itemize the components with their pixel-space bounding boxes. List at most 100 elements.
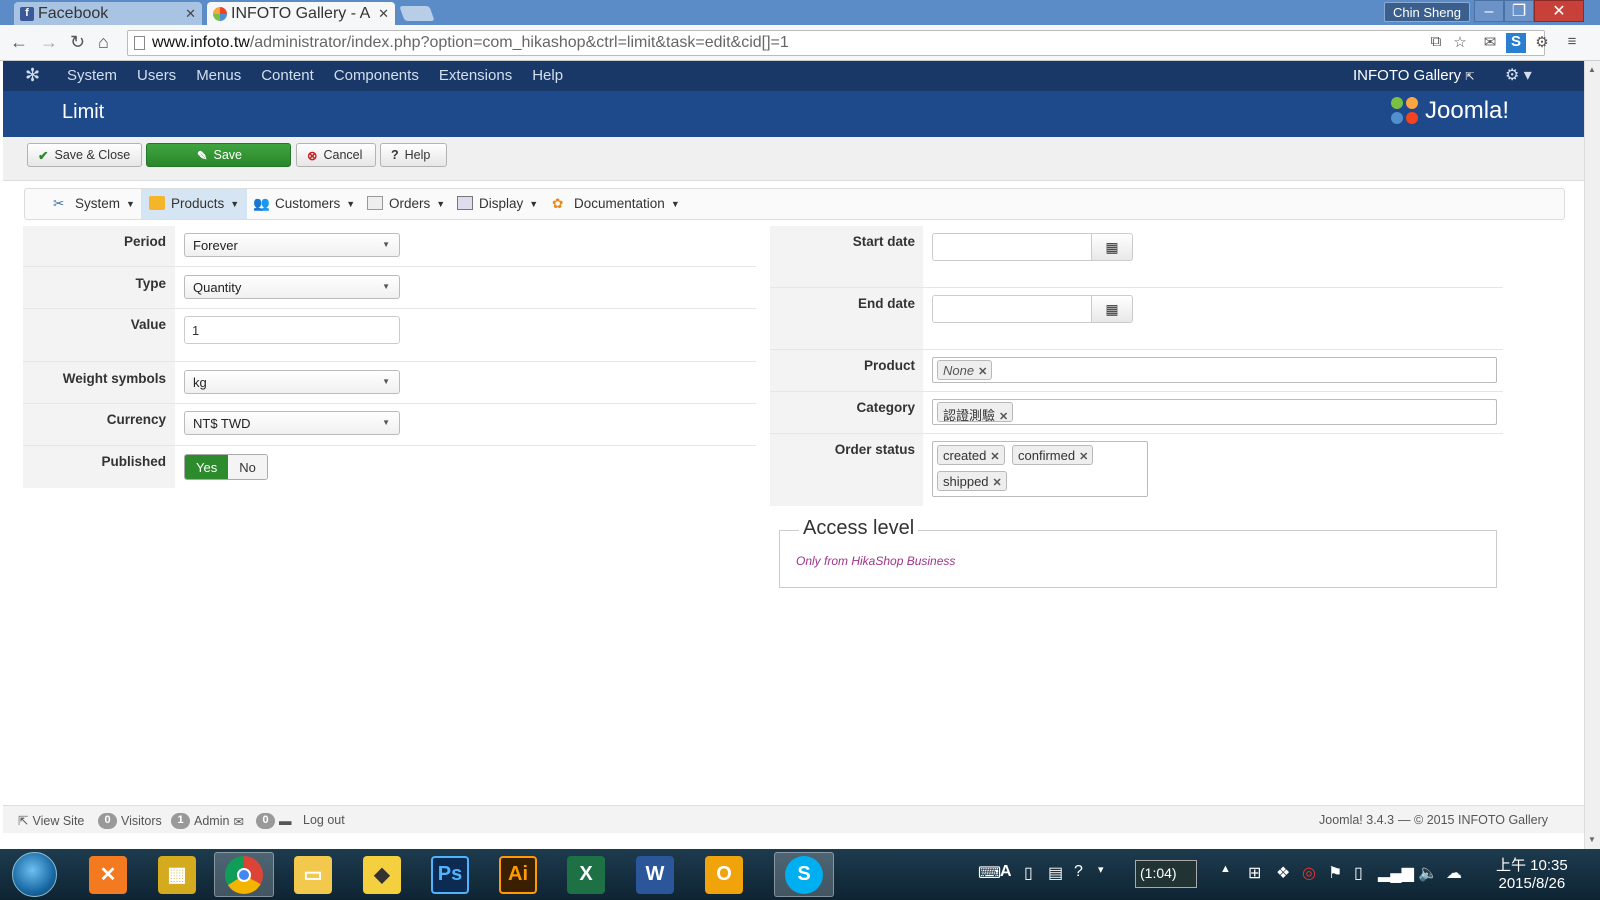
ime-half-icon[interactable]: ▯ [1024,863,1033,883]
start-date-input[interactable] [932,233,1092,261]
close-window-icon[interactable]: ✕ [1534,0,1584,22]
caret-down-icon: ▼ [346,199,356,209]
value-input[interactable]: 1 [184,316,400,344]
reload-icon[interactable]: ↻ [70,32,85,53]
taskbar-libraries[interactable]: ▦ [147,852,207,897]
chrome-menu-icon[interactable]: ≡ [1562,33,1582,53]
type-select[interactable]: Quantity ▼ [184,275,400,299]
published-yes-button[interactable]: Yes [185,455,229,479]
ime-a-icon[interactable]: A [1000,863,1012,881]
address-bar[interactable]: www.infoto.tw/administrator/index.php?op… [127,30,1545,56]
show-hidden-icons[interactable]: ▲ [1220,863,1231,875]
onedrive-icon[interactable]: ☁ [1446,863,1462,883]
category-tag-input[interactable]: 認證測驗 ✕ [932,399,1497,425]
maximize-icon[interactable]: ❐ [1504,0,1534,22]
tab-infoto-gallery[interactable]: INFOTO Gallery - A ✕ [207,2,395,25]
start-button[interactable] [12,852,57,897]
visitors-label: Visitors [121,814,162,828]
extension-icon[interactable]: ⚙ [1532,33,1552,53]
hika-menu-customers[interactable]: 👥 Customers ▼ [245,189,363,219]
end-date-input[interactable] [932,295,1092,323]
ime-mode-icon[interactable]: ▤ [1048,863,1063,883]
settings-gear-icon[interactable]: ⚙ ▾ [1505,65,1532,85]
cancel-button[interactable]: ⊗ Cancel [296,143,376,167]
home-icon[interactable]: ⌂ [98,32,109,53]
menu-content[interactable]: Content [251,61,324,91]
device-icon[interactable]: ▯ [1354,863,1363,883]
taskbar-app-yellow[interactable]: ◆ [352,852,412,897]
help-button[interactable]: ? Help [380,143,447,167]
taskbar-word[interactable]: W [625,852,685,897]
hika-menu-products[interactable]: Products ▼ [141,189,248,219]
remove-tag-icon[interactable]: ✕ [1079,451,1088,463]
taskbar-photoshop[interactable]: Ps [420,852,480,897]
site-link[interactable]: INFOTO Gallery ⇱ [1353,67,1474,84]
ime-icon[interactable]: ⌨ [978,863,1001,883]
calendar-icon[interactable]: ▦ [1091,295,1133,323]
back-icon[interactable]: ← [10,32,28,53]
scroll-up-icon[interactable]: ▲ [1588,65,1596,74]
taskbar-explorer[interactable]: ▭ [283,852,343,897]
menu-extensions[interactable]: Extensions [429,61,522,91]
minimize-icon[interactable]: – [1474,0,1504,22]
action-center-flag-icon[interactable]: ⚑ [1328,863,1342,883]
menu-users[interactable]: Users [127,61,186,91]
translate-icon[interactable]: ⧉ [1426,33,1446,53]
taskbar-illustrator[interactable]: Ai [488,852,548,897]
battery-indicator: (1:04) [1135,860,1197,888]
hika-menu-system[interactable]: ✂ System ▼ [45,189,143,219]
taskbar-excel[interactable]: X [556,852,616,897]
published-no-button[interactable]: No [228,455,267,479]
system-clock[interactable]: 上午 10:35 2015/8/26 [1496,857,1568,893]
menu-system[interactable]: System [57,61,127,91]
taskbar-chrome[interactable] [214,852,274,897]
ime-help-icon[interactable]: ? [1074,863,1083,881]
hika-menu-documentation[interactable]: ✿ Documentation ▼ [544,189,688,219]
save-close-button[interactable]: ✔ Save & Close [27,143,142,167]
extension-s-icon[interactable]: S [1506,33,1526,53]
remove-tag-icon[interactable]: ✕ [993,477,1002,489]
volume-icon[interactable]: 🔈 [1418,863,1438,883]
bookmark-star-icon[interactable]: ☆ [1450,33,1470,53]
page-title: Limit [62,101,105,123]
new-tab-button[interactable] [399,6,435,21]
save-button[interactable]: ✎ Save [146,143,291,167]
scroll-down-icon[interactable]: ▼ [1588,835,1596,844]
taskbar-outlook[interactable]: O [694,852,754,897]
messages-status[interactable]: 0 ▬ [256,813,292,829]
logout-link[interactable]: Log out [303,813,345,827]
product-tag-input[interactable]: None ✕ [932,357,1497,383]
windows-flag-icon[interactable]: ⊞ [1248,863,1261,883]
currency-select[interactable]: NT$ TWD ▼ [184,411,400,435]
profile-button[interactable]: Chin Sheng [1384,2,1470,22]
remove-tag-icon[interactable]: ✕ [978,366,987,378]
view-site-link[interactable]: ⇱ View Site [18,813,84,829]
hika-menu-orders[interactable]: Orders ▼ [359,189,453,219]
remove-tag-icon[interactable]: ✕ [999,411,1008,423]
close-tab-icon[interactable]: ✕ [185,6,196,22]
network-signal-icon[interactable]: ▂▄▆ [1378,863,1414,883]
tab-facebook[interactable]: f Facebook ✕ [14,2,202,25]
acrobat-icon[interactable]: ◎ [1302,863,1316,883]
close-tab-icon[interactable]: ✕ [378,6,389,22]
joomla-menu-icon[interactable]: ✻ [25,65,40,86]
taskbar-xampp[interactable]: ✕ [78,852,138,897]
calendar-icon[interactable]: ▦ [1091,233,1133,261]
menu-help[interactable]: Help [522,61,573,91]
published-toggle[interactable]: Yes No [184,454,268,480]
remove-tag-icon[interactable]: ✕ [990,451,999,463]
documentation-icon: ✿ [552,196,564,211]
visitors-count-badge: 0 [98,813,117,829]
weight-symbols-select[interactable]: kg ▼ [184,370,400,394]
menu-components[interactable]: Components [324,61,429,91]
page-scrollbar[interactable]: ▲ ▼ [1584,61,1600,849]
dropbox-icon[interactable]: ❖ [1276,863,1290,883]
hika-menu-display[interactable]: Display ▼ [449,189,546,219]
gmail-icon[interactable]: ✉ [1480,33,1500,53]
taskbar-skype[interactable]: S [774,852,834,897]
period-select[interactable]: Forever ▼ [184,233,400,257]
order-status-tag-input[interactable]: created ✕ confirmed ✕ shipped ✕ [932,441,1148,497]
menu-menus[interactable]: Menus [186,61,251,91]
ime-options-icon[interactable]: ▾ [1098,863,1104,876]
forward-icon[interactable]: → [40,32,58,53]
